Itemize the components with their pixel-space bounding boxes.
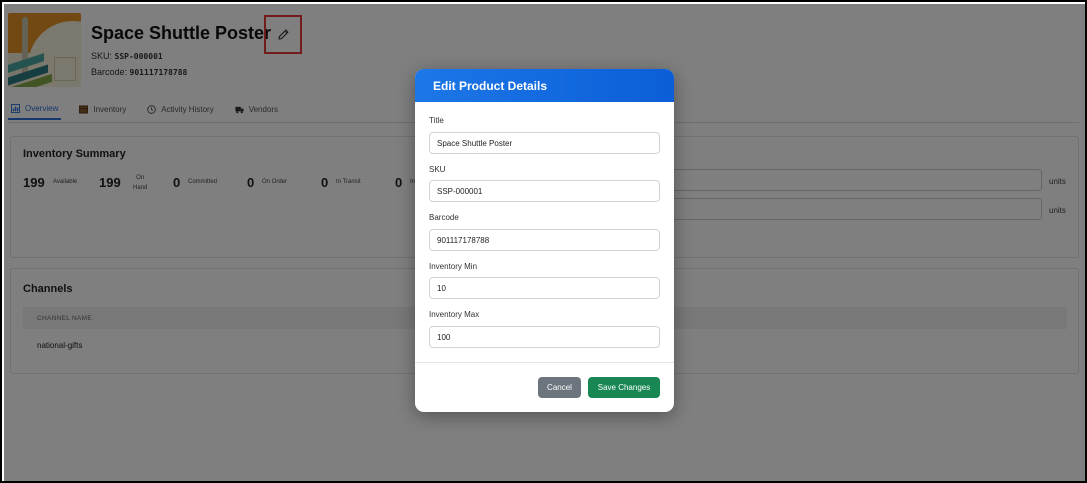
- app-window: Space Shuttle Poster SKU: SSP-000001 Bar…: [0, 0, 1087, 483]
- barcode-field-label: Barcode: [429, 213, 459, 222]
- cancel-button[interactable]: Cancel: [538, 377, 581, 398]
- inventory-max-field-label: Inventory Max: [429, 310, 480, 319]
- modal-title: Edit Product Details: [415, 69, 674, 102]
- modal-footer-divider: [415, 362, 674, 363]
- inventory-max-field[interactable]: [429, 326, 660, 348]
- title-field-label: Title: [429, 116, 444, 125]
- sku-field[interactable]: [429, 180, 660, 202]
- inventory-min-field[interactable]: [429, 277, 660, 299]
- title-field[interactable]: [429, 132, 660, 154]
- save-changes-button[interactable]: Save Changes: [588, 377, 660, 398]
- barcode-field[interactable]: [429, 229, 660, 251]
- inventory-min-field-label: Inventory Min: [429, 262, 478, 271]
- sku-field-label: SKU: [429, 165, 446, 174]
- edit-product-modal: Edit Product Details Title SKU Barcode I…: [415, 69, 674, 412]
